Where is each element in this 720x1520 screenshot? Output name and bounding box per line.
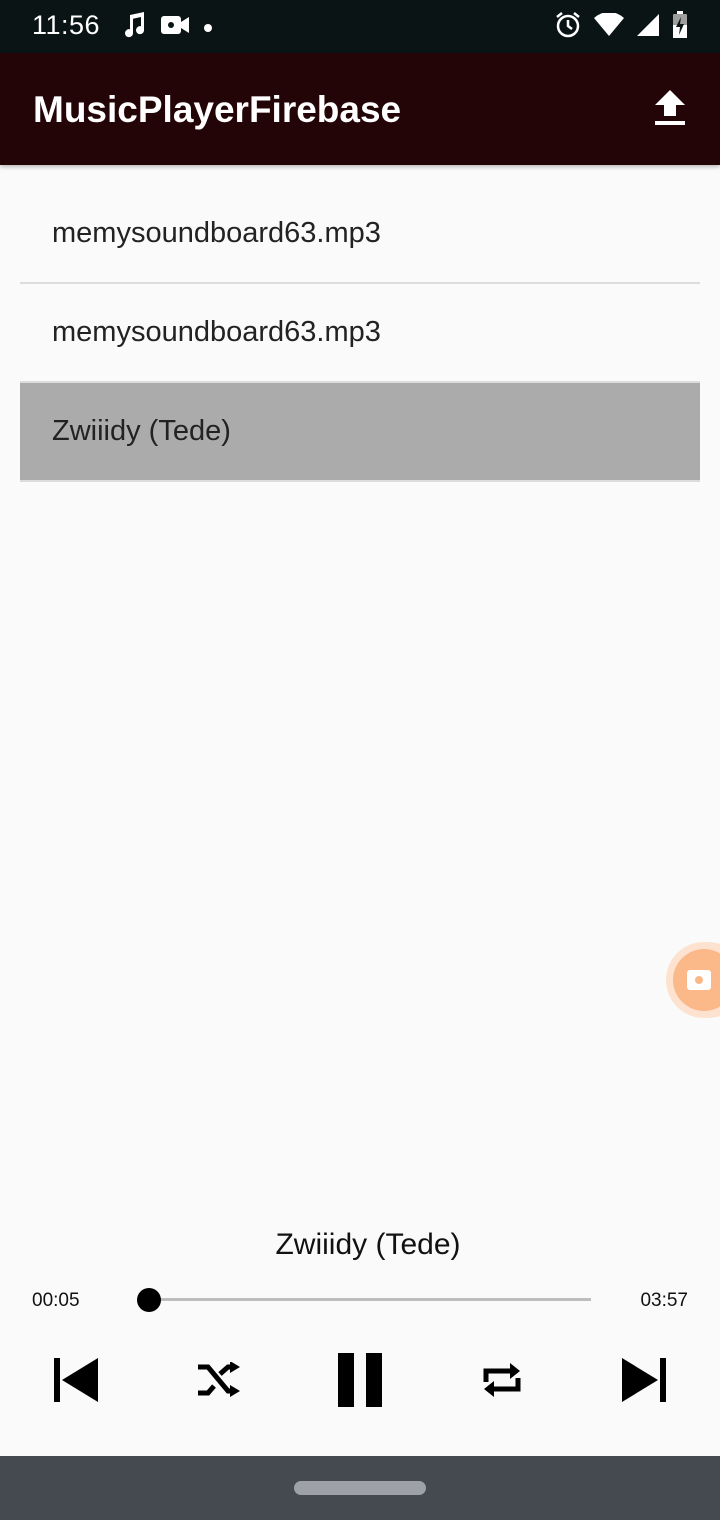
alarm-icon xyxy=(554,11,582,44)
notification-dot-icon xyxy=(204,23,212,32)
status-icons-right xyxy=(554,11,688,44)
screen: 11:56 MusicPlayerFirebase memysoundboard… xyxy=(0,0,720,1520)
song-list-item[interactable]: memysoundboard63.mp3 xyxy=(20,284,700,383)
pause-icon xyxy=(338,1353,382,1407)
pause-button[interactable] xyxy=(320,1340,400,1420)
next-icon xyxy=(622,1358,666,1402)
now-playing-title: Zwiiidy (Tede) xyxy=(275,1228,461,1261)
video-camera-icon xyxy=(687,970,711,990)
signal-icon xyxy=(636,13,660,42)
app-bar: MusicPlayerFirebase xyxy=(0,53,720,165)
seek-thumb[interactable] xyxy=(137,1288,162,1312)
status-icons-left xyxy=(122,12,212,43)
home-gesture-handle[interactable] xyxy=(294,1481,426,1495)
upload-button[interactable] xyxy=(648,86,692,130)
song-name: Zwiiidy (Tede) xyxy=(52,415,231,447)
wifi-icon xyxy=(594,12,624,42)
navigation-bar xyxy=(0,1456,720,1520)
player-controls xyxy=(0,1340,720,1420)
song-list-item[interactable]: memysoundboard63.mp3 xyxy=(20,185,700,284)
elapsed-time: 00:05 xyxy=(32,1290,80,1311)
music-note-icon xyxy=(122,12,146,43)
repeat-icon xyxy=(483,1363,521,1397)
song-list-item-selected[interactable]: Zwiiidy (Tede) xyxy=(20,383,700,482)
shuffle-button[interactable] xyxy=(178,1340,258,1420)
shuffle-icon xyxy=(198,1362,240,1397)
previous-button[interactable] xyxy=(36,1340,116,1420)
upload-icon xyxy=(655,90,685,125)
song-name: memysoundboard63.mp3 xyxy=(52,316,381,348)
status-bar: 11:56 xyxy=(0,0,720,53)
screen-recorder-bubble[interactable] xyxy=(666,942,720,1018)
song-list: memysoundboard63.mp3 memysoundboard63.mp… xyxy=(20,185,700,482)
screen-recorder-bubble-inner xyxy=(673,949,720,1011)
repeat-button[interactable] xyxy=(462,1340,542,1420)
total-time: 03:57 xyxy=(640,1290,688,1311)
previous-icon xyxy=(54,1358,98,1402)
song-name: memysoundboard63.mp3 xyxy=(52,217,381,249)
battery-charging-icon xyxy=(672,11,688,44)
app-title: MusicPlayerFirebase xyxy=(33,89,402,130)
status-time: 11:56 xyxy=(32,10,101,40)
seek-bar[interactable] xyxy=(137,1288,591,1312)
next-button[interactable] xyxy=(604,1340,684,1420)
video-camera-icon xyxy=(160,13,190,42)
seek-track xyxy=(140,1298,591,1301)
